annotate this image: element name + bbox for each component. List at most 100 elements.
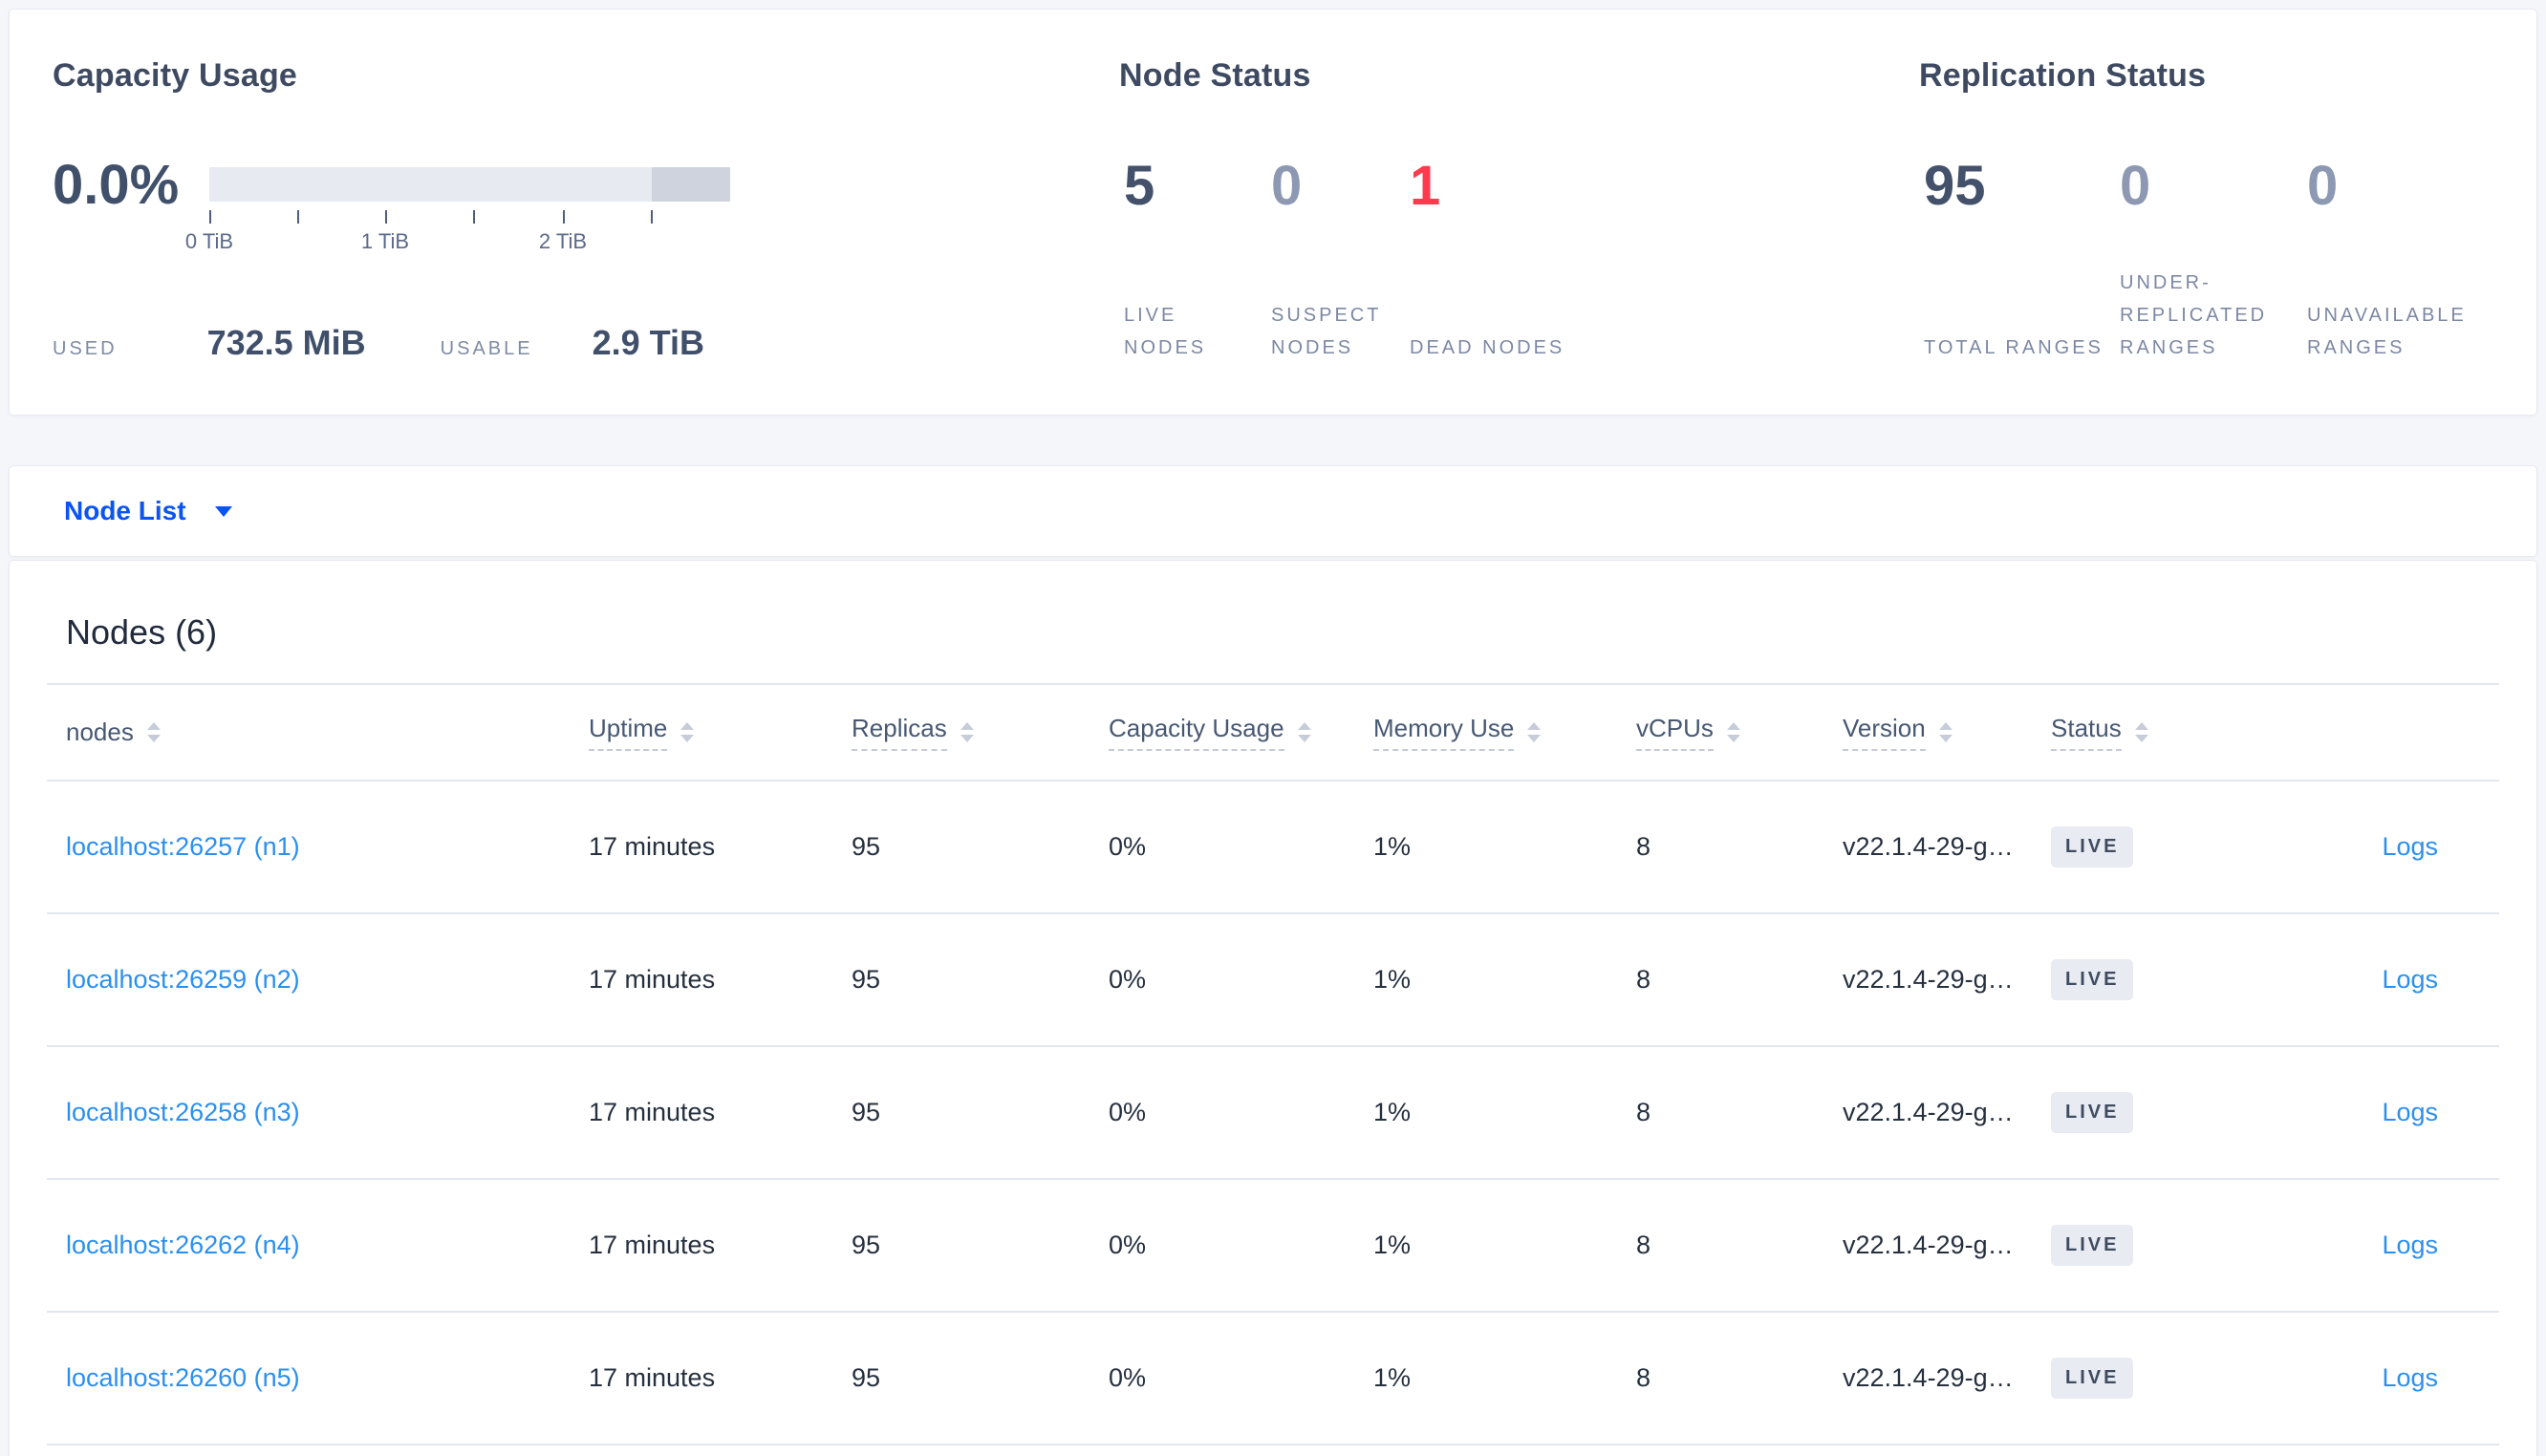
under-replicated-ranges-label: UNDER-REPLICATED RANGES: [2120, 272, 2268, 358]
table-row: localhost:26262 (n4) 17 minutes 95 0% 1%…: [47, 1179, 2499, 1312]
table-row: localhost:26258 (n3) 17 minutes 95 0% 1%…: [47, 1046, 2499, 1179]
capacity-usage-title: Capacity Usage: [53, 57, 298, 94]
vcpus-cell: 8: [1636, 1098, 1651, 1126]
memory-cell: 1%: [1373, 1363, 1412, 1392]
version-cell: v22.1.4-29-g…: [1843, 1098, 2014, 1126]
node-link[interactable]: localhost:26262 (n4): [66, 1231, 300, 1259]
vcpus-cell: 8: [1636, 1363, 1651, 1392]
capacity-cell: 0%: [1109, 1231, 1147, 1259]
memory-cell: 1%: [1373, 832, 1412, 861]
vcpus-cell: 8: [1636, 1231, 1651, 1259]
node-cell: localhost:26260 (n5): [47, 1312, 570, 1445]
replication-status-title: Replication Status: [1919, 57, 2207, 94]
view-selector-dropdown[interactable]: Node List: [9, 465, 2537, 557]
dead-nodes-label: DEAD NODES: [1410, 337, 1565, 358]
status-cell: LIVE: [2032, 1046, 2209, 1179]
unavailable-ranges-label: UNAVAILABLE RANGES: [2307, 305, 2467, 358]
column-header-vcpus[interactable]: vCPUs: [1617, 684, 1823, 781]
sort-icon[interactable]: [1527, 722, 1542, 742]
logs-link[interactable]: Logs: [2382, 1231, 2438, 1259]
logs-cell: Logs: [2209, 781, 2499, 913]
uptime-cell: 17 minutes: [589, 1363, 716, 1392]
replicas-cell: 95: [852, 1231, 881, 1259]
memory-cell: 1%: [1373, 965, 1412, 994]
version-cell: v22.1.4-29-g…: [1843, 965, 2014, 994]
vcpus-cell: 8: [1636, 832, 1651, 861]
sort-icon[interactable]: [960, 722, 974, 742]
status-cell: LIVE: [2032, 1179, 2209, 1312]
sort-icon[interactable]: [680, 722, 695, 742]
nodes-table-body: localhost:26257 (n1) 17 minutes 95 0% 1%…: [47, 781, 2499, 1445]
dead-nodes-value: 1: [1410, 155, 1441, 217]
status-badge: LIVE: [2051, 1358, 2134, 1399]
node-link[interactable]: localhost:26260 (n5): [66, 1363, 300, 1392]
logs-link[interactable]: Logs: [2382, 1098, 2438, 1126]
logs-link[interactable]: Logs: [2382, 832, 2438, 861]
capacity-used-usable: USED 732.5 MiB USABLE 2.9 TiB: [53, 323, 1119, 363]
capacity-cell: 0%: [1109, 965, 1147, 994]
total-ranges-stat: 95 TOTAL RANGES: [1919, 157, 2115, 364]
sort-icon[interactable]: [1297, 722, 1311, 742]
suspect-nodes-stat: 0 SUSPECT NODES: [1266, 157, 1405, 364]
column-header-logs: [2209, 684, 2499, 781]
table-row: localhost:26257 (n1) 17 minutes 95 0% 1%…: [47, 781, 2499, 913]
node-status-section: Node Status 5 LIVE NODES 0 SUSPECT NODES…: [1119, 57, 1919, 415]
version-cell: v22.1.4-29-g…: [1843, 1231, 2014, 1259]
version-cell: v22.1.4-29-g…: [1843, 832, 2014, 861]
node-link[interactable]: localhost:26258 (n3): [66, 1098, 300, 1126]
caret-down-icon: [214, 505, 232, 517]
live-nodes-label: LIVE NODES: [1124, 305, 1207, 358]
total-ranges-label: TOTAL RANGES: [1924, 337, 2104, 358]
axis-label-1tib: 1 TiB: [360, 229, 410, 253]
sort-icon[interactable]: [1726, 722, 1740, 742]
column-header-uptime[interactable]: Uptime: [570, 684, 832, 781]
column-header-status[interactable]: Status: [2032, 684, 2209, 781]
node-cell: localhost:26259 (n2): [47, 913, 570, 1046]
capacity-bar-track: [209, 167, 730, 202]
axis-label-0tib: 0 TiB: [184, 229, 234, 253]
logs-cell: Logs: [2209, 1179, 2499, 1312]
column-header-capacity-usage[interactable]: Capacity Usage: [1090, 684, 1354, 781]
status-badge: LIVE: [2051, 1092, 2134, 1133]
under-replicated-ranges-stat: 0 UNDER-REPLICATED RANGES: [2115, 157, 2302, 364]
capacity-bar: 0 TiB 1 TiB 2 TiB: [185, 167, 730, 256]
view-selector-label[interactable]: Node List: [64, 496, 186, 526]
capacity-cell: 0%: [1109, 832, 1147, 861]
nodes-table-title: Nodes (6): [66, 612, 218, 652]
sort-icon[interactable]: [146, 722, 161, 742]
logs-cell: Logs: [2209, 913, 2499, 1046]
logs-cell: Logs: [2209, 1312, 2499, 1445]
used-value: 732.5 MiB: [206, 323, 366, 362]
node-link[interactable]: localhost:26259 (n2): [66, 965, 300, 994]
vcpus-cell: 8: [1636, 965, 1651, 994]
status-cell: LIVE: [2032, 913, 2209, 1046]
cluster-summary-card: Capacity Usage 0.0% 0 TiB 1 TiB 2 TiB US…: [9, 9, 2537, 416]
column-header-replicas[interactable]: Replicas: [832, 684, 1090, 781]
replication-status-section: Replication Status 95 TOTAL RANGES 0 UND…: [1919, 57, 2536, 415]
memory-cell: 1%: [1373, 1098, 1412, 1126]
table-header-row: nodes Uptime Replicas Capacity Usage Mem…: [47, 684, 2499, 781]
column-header-nodes[interactable]: nodes: [47, 684, 570, 781]
node-status-title: Node Status: [1119, 57, 1311, 94]
status-badge: LIVE: [2051, 959, 2134, 1000]
capacity-gauge: 0.0% 0 TiB 1 TiB 2 TiB: [53, 158, 1119, 256]
capacity-axis-labels: 0 TiB 1 TiB 2 TiB: [185, 229, 730, 256]
unavailable-ranges-value: 0: [2307, 155, 2339, 217]
column-header-memory-use[interactable]: Memory Use: [1354, 684, 1617, 781]
column-header-version[interactable]: Version: [1823, 684, 2032, 781]
live-nodes-stat: 5 LIVE NODES: [1119, 157, 1266, 364]
dead-nodes-stat: 1 DEAD NODES: [1405, 155, 1615, 364]
status-cell: LIVE: [2032, 1312, 2209, 1445]
uptime-cell: 17 minutes: [589, 1231, 716, 1259]
sort-icon[interactable]: [1938, 722, 1953, 742]
uptime-cell: 17 minutes: [589, 965, 716, 994]
node-link[interactable]: localhost:26257 (n1): [66, 832, 300, 861]
logs-link[interactable]: Logs: [2382, 1363, 2438, 1392]
capacity-axis-ticks: [209, 210, 730, 224]
status-badge: LIVE: [2051, 826, 2134, 867]
used-label: USED: [53, 338, 118, 359]
nodes-table: nodes Uptime Replicas Capacity Usage Mem…: [47, 683, 2499, 1445]
sort-icon[interactable]: [2134, 722, 2148, 742]
node-cell: localhost:26257 (n1): [47, 781, 570, 913]
logs-link[interactable]: Logs: [2382, 965, 2438, 994]
